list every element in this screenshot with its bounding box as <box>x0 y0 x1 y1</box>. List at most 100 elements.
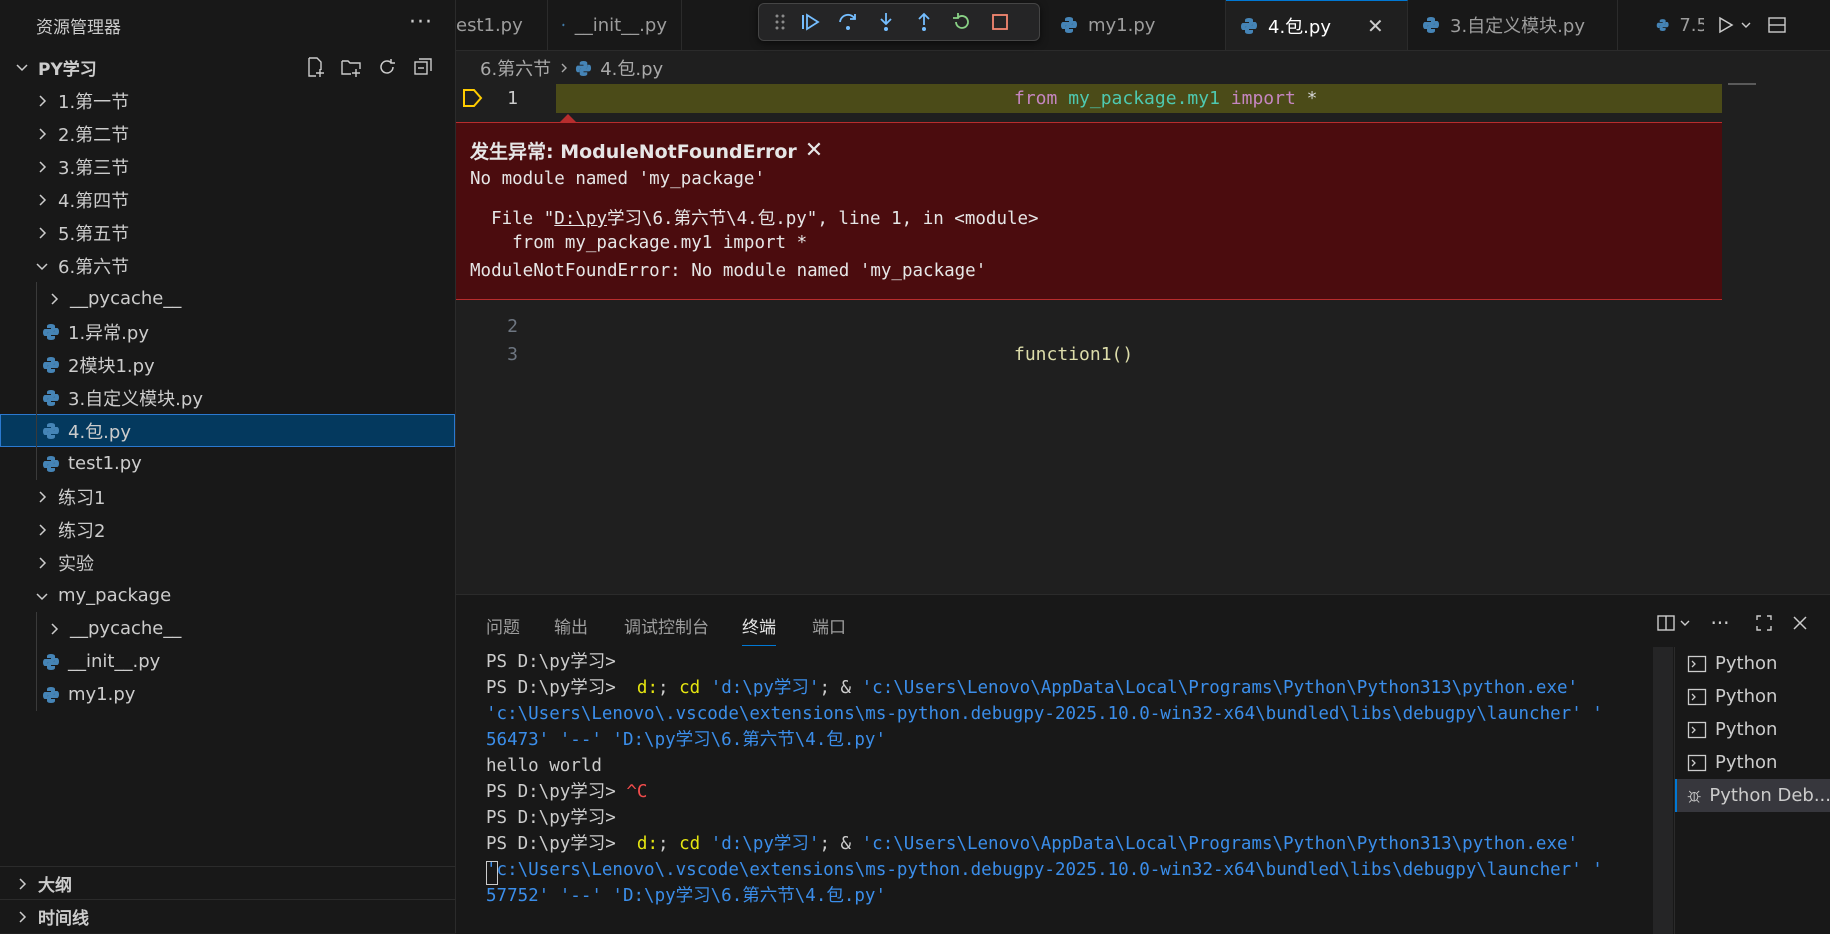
ctrl-c: ^C <box>626 782 648 802</box>
more-actions-icon[interactable]: ··· <box>409 10 433 35</box>
code-line-2[interactable]: 2 <box>456 312 518 340</box>
chevron-right-icon <box>19 877 27 890</box>
stop-icon[interactable] <box>981 7 1019 37</box>
tab-test1[interactable]: est1.py <box>456 0 548 50</box>
step-over-icon[interactable] <box>829 7 867 37</box>
semicolon: ; <box>657 834 669 854</box>
launcher-path: 'c:\Users\Lenovo\.vscode\extensions\ms-p… <box>486 860 1582 880</box>
close-exception-icon[interactable]: ✕ <box>805 138 823 163</box>
tab-terminal[interactable]: 终端 <box>742 613 776 646</box>
chevron-right-icon <box>39 226 47 239</box>
tree-folder[interactable]: __pycache__ <box>0 612 455 645</box>
terminal-output[interactable]: PS D:\py学习> PS D:\py学习> d:; cd 'd:\py学习'… <box>486 649 1830 909</box>
tree-folder[interactable]: 练习1 <box>0 480 455 513</box>
minimap[interactable] <box>1728 82 1758 88</box>
tab-4-bao[interactable]: 4.包.py ✕ <box>1226 0 1408 50</box>
code-text: function1() <box>1014 343 1134 365</box>
tree-folder[interactable]: 3.第三节 <box>0 150 455 183</box>
tree-folder[interactable]: 5.第五节 <box>0 216 455 249</box>
tree-folder[interactable]: __pycache__ <box>0 282 455 315</box>
tree-item-label: __pycache__ <box>70 288 182 309</box>
tree-file[interactable]: 4.包.py <box>0 414 455 447</box>
code-line-3[interactable]: 3 function1() <box>456 340 1133 368</box>
terminal-item[interactable]: Python <box>1675 746 1830 779</box>
collapse-all-icon[interactable] <box>411 55 435 79</box>
tree-file[interactable]: my1.py <box>0 678 455 711</box>
python-path: 'c:\Users\Lenovo\AppData\Local\Programs\… <box>861 834 1579 854</box>
tree-item-label: 2.第二节 <box>58 124 130 146</box>
breadcrumb-file[interactable]: 4.包.py <box>600 55 663 81</box>
tree-file[interactable]: 2模块1.py <box>0 348 455 381</box>
chevron-right-icon <box>39 94 47 107</box>
debug-bug-icon <box>1687 790 1701 803</box>
drag-handle-icon[interactable] <box>769 7 791 37</box>
close-panel-icon[interactable] <box>1786 609 1814 637</box>
tree-item-label: 练习2 <box>58 520 106 542</box>
args: '--' 'D:\py学习\6.第六节\4.包.py' <box>549 886 887 906</box>
more-icon[interactable]: ··· <box>1706 609 1734 637</box>
split-editor-icon[interactable] <box>1766 14 1788 36</box>
breadcrumb-folder[interactable]: 6.第六节 <box>480 55 551 81</box>
terminal-item[interactable]: Python <box>1675 680 1830 713</box>
project-root[interactable]: PY学习 <box>0 50 455 84</box>
traceback-link[interactable]: D:\py <box>554 209 607 229</box>
timeline-section[interactable]: 时间线 <box>0 899 469 933</box>
amp: ; & <box>819 678 852 698</box>
launcher-tail: ' <box>1581 704 1603 724</box>
exception-pointer <box>560 114 576 122</box>
new-file-icon[interactable] <box>303 55 327 79</box>
prompt: PS D:\py学习> <box>486 652 616 672</box>
exception-title-text: 发生异常: ModuleNotFoundError <box>470 141 797 163</box>
tab-init[interactable]: __init__.py <box>548 0 682 50</box>
tree-folder[interactable]: 4.第四节 <box>0 183 455 216</box>
close-tab-icon[interactable]: ✕ <box>1367 14 1384 38</box>
tree-folder[interactable]: 2.第二节 <box>0 117 455 150</box>
tree-file[interactable]: 3.自定义模块.py <box>0 381 455 414</box>
python-file-icon <box>43 389 59 406</box>
tree-item-label: 实验 <box>58 553 94 575</box>
tree-folder[interactable]: 实验 <box>0 546 455 579</box>
tb-prefix: File " <box>470 209 555 229</box>
explorer-header: 资源管理器 ··· <box>0 0 455 50</box>
tab-ports[interactable]: 端口 <box>812 613 846 638</box>
tab-my1[interactable]: my1.py <box>1046 0 1226 50</box>
tree-item-label: __pycache__ <box>70 618 182 639</box>
chevron-down-icon[interactable] <box>1740 19 1752 31</box>
python-file-icon <box>1656 19 1669 31</box>
tree-item-label: __init__.py <box>68 651 161 672</box>
traceback-file: File "D:\py学习\6.第六节\4.包.py", line 1, in … <box>470 205 1039 230</box>
terminal-item[interactable]: Python <box>1675 713 1830 746</box>
terminal-scrollbar[interactable] <box>1653 647 1673 934</box>
run-icon[interactable] <box>1714 14 1736 36</box>
outline-section[interactable]: 大纲 <box>0 866 469 900</box>
tab-output[interactable]: 输出 <box>554 613 588 638</box>
tab-problems[interactable]: 问题 <box>486 613 520 638</box>
tree-folder[interactable]: 1.第一节 <box>0 84 455 117</box>
step-out-icon[interactable] <box>905 7 943 37</box>
terminal-item[interactable]: Python <box>1675 647 1830 680</box>
terminal-item-label: Python <box>1715 686 1778 707</box>
tree-item-label: my1.py <box>68 684 136 705</box>
step-into-icon[interactable] <box>867 7 905 37</box>
tree-folder[interactable]: 6.第六节 <box>0 249 455 282</box>
tb-rest: 学习\6.第六节\4.包.py", line 1, in <module> <box>606 209 1039 229</box>
terminal-item-active[interactable]: Python Deb... <box>1675 779 1830 812</box>
chevron-down-icon[interactable] <box>1676 609 1694 637</box>
tree-file[interactable]: __init__.py <box>0 645 455 678</box>
maximize-panel-icon[interactable] <box>1750 609 1778 637</box>
tree-folder[interactable]: my_package <box>0 579 455 612</box>
explorer-sidebar: 资源管理器 ··· PY学习 1.第一节 2.第二节 3.第三节 4.第四节 5.第五节… <box>0 0 469 933</box>
new-folder-icon[interactable] <box>339 55 363 79</box>
tree-folder[interactable]: 练习2 <box>0 513 455 546</box>
restart-icon[interactable] <box>943 7 981 37</box>
tab-custom-module[interactable]: 3.自定义模块.py <box>1408 0 1618 50</box>
refresh-icon[interactable] <box>375 55 399 79</box>
tree-file[interactable]: test1.py <box>0 447 455 480</box>
code-line-1[interactable]: 1 from my_package.my1 import * <box>456 84 1317 112</box>
tree-file[interactable]: 1.异常.py <box>0 315 455 348</box>
indent-guide <box>36 381 37 414</box>
indent-guide <box>36 678 37 711</box>
tab-debug-console[interactable]: 调试控制台 <box>624 613 709 638</box>
chevron-right-icon <box>39 490 47 503</box>
continue-icon[interactable] <box>791 7 829 37</box>
